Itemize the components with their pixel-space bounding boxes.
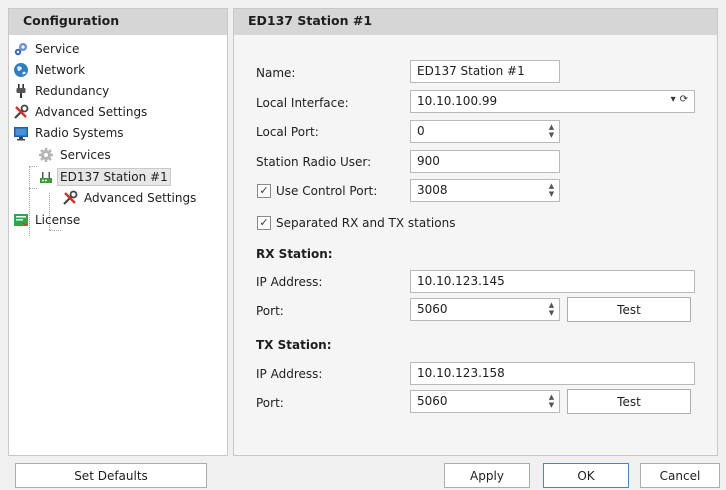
configuration-tree: Service Network Redundancy Advanced Sett…	[9, 35, 227, 236]
rx-test-button[interactable]: Test	[567, 297, 691, 322]
rx-ip-field[interactable]: 10.10.123.145	[410, 270, 695, 293]
local-port-label: Local Port:	[256, 125, 319, 139]
tree-item-radio-systems[interactable]: Radio Systems	[13, 122, 126, 143]
tree-label: Advanced Settings	[84, 190, 197, 205]
tx-ip-field[interactable]: 10.10.123.158	[410, 362, 695, 385]
gear-icon	[38, 147, 54, 163]
tree-label: ED137 Station #1	[57, 167, 171, 186]
tree-item-service[interactable]: Service	[13, 38, 81, 59]
spin-up-icon[interactable]: ▲	[549, 301, 554, 309]
rx-ip-value: 10.10.123.145	[417, 274, 505, 288]
tree-label: Service	[35, 41, 80, 56]
name-label: Name:	[256, 66, 296, 80]
control-port-value: 3008	[417, 183, 448, 197]
apply-button[interactable]: Apply	[444, 463, 530, 488]
monitor-icon	[13, 125, 29, 141]
tx-test-button[interactable]: Test	[567, 389, 691, 414]
separated-stations-label: Separated RX and TX stations	[276, 216, 456, 230]
configuration-header: Configuration	[9, 9, 227, 35]
spin-down-icon[interactable]: ▼	[549, 190, 554, 198]
spin-up-icon[interactable]: ▲	[549, 393, 554, 401]
tools-icon	[62, 190, 78, 206]
dropdown-arrow-icon[interactable]: ▾	[671, 94, 676, 105]
tx-ip-value: 10.10.123.158	[417, 366, 505, 380]
tree-label: Services	[60, 147, 111, 162]
station-header: ED137 Station #1	[234, 9, 717, 35]
tree-item-ed137-station[interactable]: ED137 Station #1	[38, 166, 171, 187]
tree-label: Network	[35, 62, 86, 77]
spin-up-icon[interactable]: ▲	[549, 123, 554, 131]
globe-icon	[13, 62, 29, 78]
gears-icon	[13, 41, 29, 57]
spin-down-icon[interactable]: ▼	[549, 401, 554, 409]
spin-down-icon[interactable]: ▼	[549, 131, 554, 139]
radio-station-icon	[38, 169, 54, 185]
radio-user-field[interactable]: 900	[410, 150, 560, 173]
tree-item-station-advanced-settings[interactable]: Advanced Settings	[62, 187, 198, 208]
local-port-stepper[interactable]: 0 ▲ ▼	[410, 120, 560, 143]
rx-ip-label: IP Address:	[256, 275, 323, 289]
tree-label: Radio Systems	[35, 125, 124, 140]
radio-user-label: Station Radio User:	[256, 155, 372, 169]
refresh-icon[interactable]: ⟳	[680, 94, 688, 105]
tree-label: License	[35, 212, 81, 227]
use-control-port-checkbox[interactable]: ✓	[257, 184, 271, 198]
cancel-button[interactable]: Cancel	[640, 463, 720, 488]
tx-port-stepper[interactable]: 5060 ▲ ▼	[410, 390, 560, 413]
spin-down-icon[interactable]: ▼	[549, 309, 554, 317]
station-settings-panel: ED137 Station #1 Name: ED137 Station #1 …	[233, 8, 718, 456]
use-control-port-label: Use Control Port:	[276, 184, 378, 198]
tx-station-title: TX Station:	[256, 338, 332, 352]
tools-icon	[13, 104, 29, 120]
tx-port-value: 5060	[417, 394, 448, 408]
rx-port-stepper[interactable]: 5060 ▲ ▼	[410, 298, 560, 321]
tx-ip-label: IP Address:	[256, 367, 323, 381]
rx-port-label: Port:	[256, 304, 284, 318]
license-icon	[13, 212, 29, 228]
local-interface-value: 10.10.100.99	[417, 94, 498, 108]
radio-user-value: 900	[417, 154, 440, 168]
plug-icon	[13, 83, 29, 99]
tree-item-advanced-settings[interactable]: Advanced Settings	[13, 101, 149, 122]
local-interface-label: Local Interface:	[256, 96, 349, 110]
name-value: ED137 Station #1	[417, 64, 525, 78]
tree-label: Advanced Settings	[35, 104, 148, 119]
rx-port-value: 5060	[417, 302, 448, 316]
rx-station-title: RX Station:	[256, 247, 333, 261]
tree-item-license[interactable]: License	[13, 209, 82, 230]
local-interface-combo[interactable]: 10.10.100.99 ▾ ⟳	[410, 90, 695, 113]
tree-item-redundancy[interactable]: Redundancy	[13, 80, 111, 101]
name-field[interactable]: ED137 Station #1	[410, 60, 560, 83]
spin-up-icon[interactable]: ▲	[549, 182, 554, 190]
tree-item-services[interactable]: Services	[38, 144, 113, 165]
set-defaults-button[interactable]: Set Defaults	[15, 463, 207, 488]
tx-port-label: Port:	[256, 396, 284, 410]
tree-item-network[interactable]: Network	[13, 59, 87, 80]
separated-stations-checkbox[interactable]: ✓	[257, 216, 271, 230]
configuration-panel: Configuration Service Network Redundancy	[8, 8, 228, 456]
tree-label: Redundancy	[35, 83, 110, 98]
ok-button[interactable]: OK	[543, 463, 629, 488]
local-port-value: 0	[417, 124, 425, 138]
control-port-stepper[interactable]: 3008 ▲ ▼	[410, 179, 560, 202]
